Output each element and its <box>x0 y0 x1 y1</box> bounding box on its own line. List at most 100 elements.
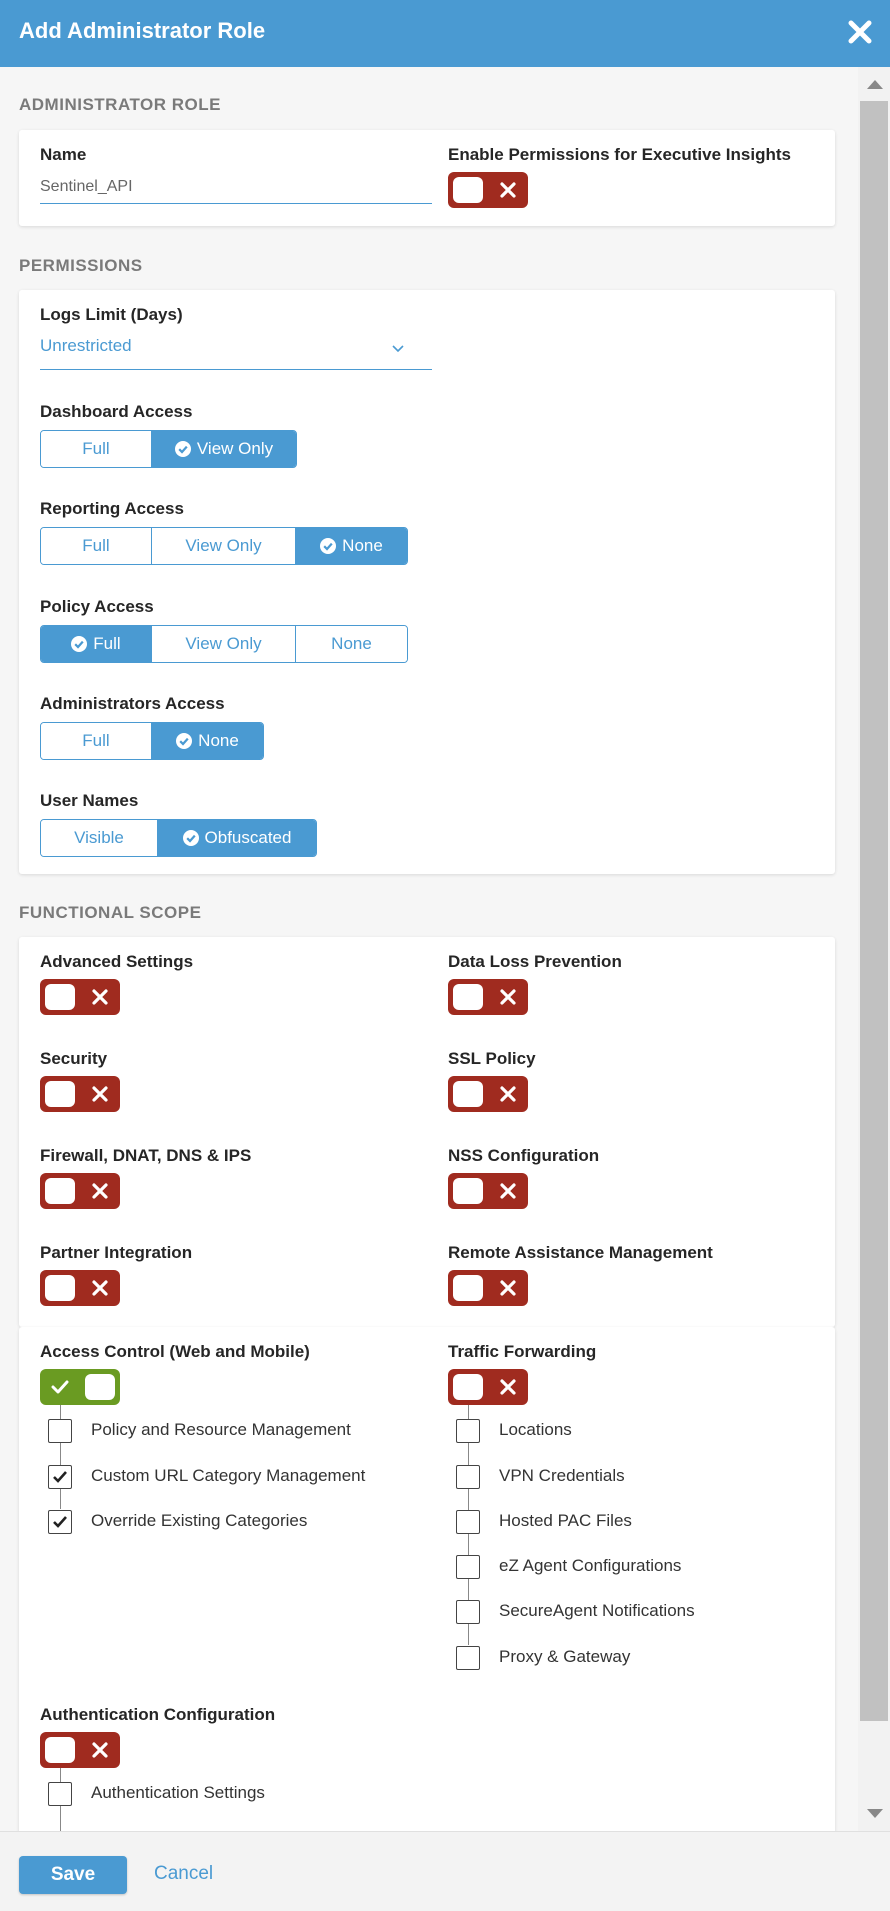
scrollbar[interactable] <box>858 67 890 1831</box>
dashboard-access-segmented: Full View Only <box>40 430 297 468</box>
close-icon[interactable] <box>845 17 875 47</box>
security-label: Security <box>40 1049 108 1068</box>
logs-limit-select[interactable]: Unrestricted <box>40 330 432 370</box>
data-loss-prevention-toggle[interactable] <box>448 979 528 1015</box>
traffic-forwarding-label: Traffic Forwarding <box>448 1342 597 1361</box>
ssl-policy-toggle[interactable] <box>448 1076 528 1112</box>
scroll-up-arrow-icon[interactable] <box>867 80 883 89</box>
reporting-access-segmented: Full View Only None <box>40 527 408 565</box>
policy-access-none[interactable]: None <box>296 626 407 662</box>
toggle-knob <box>45 1081 75 1107</box>
cancel-button[interactable]: Cancel <box>154 1863 213 1885</box>
data-loss-prevention-label: Data Loss Prevention <box>448 952 622 971</box>
x-icon <box>92 989 108 1005</box>
nss-configuration-toggle[interactable] <box>448 1173 528 1209</box>
section-title-administrator-role: ADMINISTRATOR ROLE <box>19 95 221 114</box>
functional-scope-card: Advanced Settings Data Loss Prevention S… <box>19 937 835 1327</box>
check-circle-icon <box>320 538 337 554</box>
exec-insights-toggle[interactable] <box>448 172 528 208</box>
administrators-access-none[interactable]: None <box>152 723 263 759</box>
access-control-label: Access Control (Web and Mobile) <box>40 1342 310 1361</box>
advanced-settings-toggle[interactable] <box>40 979 120 1015</box>
reporting-access-full[interactable]: Full <box>41 528 152 564</box>
toggle-knob <box>45 1275 75 1301</box>
toggle-knob <box>45 1737 75 1763</box>
reporting-access-none[interactable]: None <box>296 528 407 564</box>
reporting-access-label: Reporting Access <box>40 499 184 518</box>
check-icon <box>51 1380 69 1394</box>
check-circle-icon <box>71 636 88 652</box>
toggle-knob <box>45 1178 75 1204</box>
advanced-settings-label: Advanced Settings <box>40 952 194 971</box>
administrators-access-label: Administrators Access <box>40 694 225 713</box>
checkbox[interactable] <box>456 1510 480 1534</box>
authentication-configuration-toggle[interactable] <box>40 1732 120 1768</box>
toggle-knob <box>453 1178 483 1204</box>
firewall-toggle[interactable] <box>40 1173 120 1209</box>
partner-integration-label: Partner Integration <box>40 1243 193 1262</box>
x-icon <box>500 989 516 1005</box>
dialog-header: Add Administrator Role <box>0 0 890 67</box>
checkbox[interactable] <box>456 1646 480 1670</box>
name-label: Name <box>40 145 87 164</box>
section-title-functional-scope: FUNCTIONAL SCOPE <box>19 903 202 922</box>
x-icon <box>500 1086 516 1102</box>
logs-limit-value: Unrestricted <box>40 336 132 355</box>
check-icon <box>53 1471 67 1483</box>
reporting-access-view-only[interactable]: View Only <box>152 528 296 564</box>
checkbox[interactable] <box>456 1419 480 1443</box>
check-circle-icon <box>174 441 191 457</box>
policy-access-label: Policy Access <box>40 597 154 616</box>
checkbox[interactable] <box>48 1510 72 1534</box>
checkbox[interactable] <box>48 1782 72 1806</box>
exec-insights-label: Enable Permissions for Executive Insight… <box>448 145 791 164</box>
functional-scope-tree-card: Access Control (Web and Mobile) Policy a… <box>19 1327 835 1831</box>
checkbox[interactable] <box>456 1555 480 1579</box>
traffic-forwarding-toggle[interactable] <box>448 1369 528 1405</box>
form-content: ADMINISTRATOR ROLE Name Enable Permissio… <box>0 67 858 1831</box>
dialog-title: Add Administrator Role <box>19 18 266 43</box>
toggle-knob <box>453 1275 483 1301</box>
scroll-down-arrow-icon[interactable] <box>867 1809 883 1818</box>
nss-configuration-label: NSS Configuration <box>448 1146 600 1165</box>
security-toggle[interactable] <box>40 1076 120 1112</box>
authentication-configuration-label: Authentication Configuration <box>40 1705 276 1724</box>
dialog-body: ADMINISTRATOR ROLE Name Enable Permissio… <box>0 67 890 1831</box>
logs-limit-label: Logs Limit (Days) <box>40 305 183 324</box>
toggle-knob <box>453 984 483 1010</box>
name-input[interactable] <box>40 170 432 204</box>
x-icon <box>92 1742 108 1758</box>
check-circle-icon <box>176 733 193 749</box>
checkbox[interactable] <box>456 1465 480 1489</box>
access-control-toggle[interactable] <box>40 1369 120 1405</box>
user-names-visible[interactable]: Visible <box>41 820 158 856</box>
toggle-knob <box>453 1374 483 1400</box>
administrators-access-segmented: Full None <box>40 722 264 760</box>
partner-integration-toggle[interactable] <box>40 1270 120 1306</box>
policy-access-full[interactable]: Full <box>41 626 152 662</box>
ssl-policy-label: SSL Policy <box>448 1049 536 1068</box>
checkbox[interactable] <box>48 1419 72 1443</box>
checkbox[interactable] <box>48 1465 72 1489</box>
scrollbar-thumb[interactable] <box>860 101 888 1721</box>
user-names-obfuscated[interactable]: Obfuscated <box>158 820 316 856</box>
dashboard-access-full[interactable]: Full <box>41 431 152 467</box>
checkbox[interactable] <box>456 1600 480 1624</box>
x-icon <box>92 1086 108 1102</box>
x-icon <box>92 1183 108 1199</box>
administrators-access-full[interactable]: Full <box>41 723 152 759</box>
toggle-knob <box>453 1081 483 1107</box>
remote-assistance-toggle[interactable] <box>448 1270 528 1306</box>
policy-access-view-only[interactable]: View Only <box>152 626 296 662</box>
x-icon <box>500 1183 516 1199</box>
firewall-label: Firewall, DNAT, DNS & IPS <box>40 1146 252 1165</box>
admin-role-card: Name Enable Permissions for Executive In… <box>19 130 835 226</box>
user-names-segmented: Visible Obfuscated <box>40 819 317 857</box>
x-icon <box>92 1280 108 1296</box>
check-icon <box>53 1516 67 1528</box>
section-title-permissions: PERMISSIONS <box>19 256 143 275</box>
dashboard-access-view-only[interactable]: View Only <box>152 431 296 467</box>
save-button[interactable]: Save <box>19 1856 127 1894</box>
policy-access-segmented: Full View Only None <box>40 625 408 663</box>
check-circle-icon <box>182 830 199 846</box>
